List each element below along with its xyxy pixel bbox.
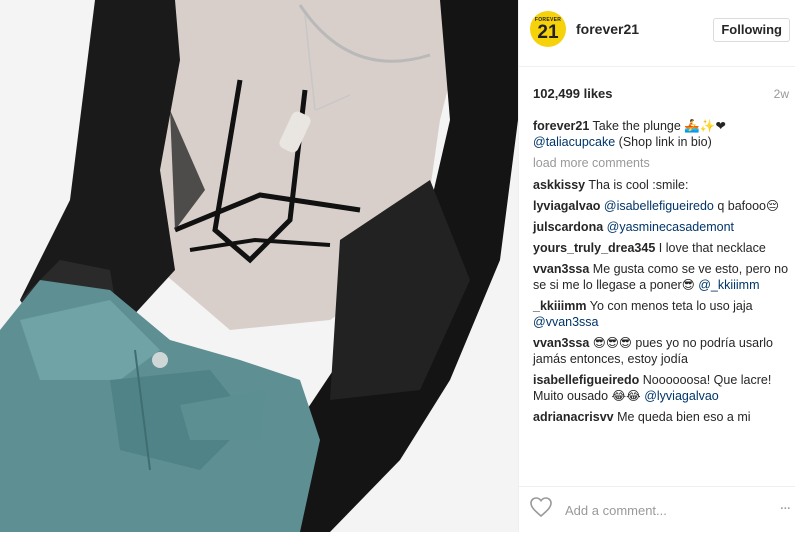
comment-item: adrianacrisvv Me queda bien eso a mi bbox=[533, 409, 789, 425]
comment-item: lyviagalvao @isabellefigueiredo q bafooo… bbox=[533, 198, 789, 214]
comment-username[interactable]: isabellefigueiredo bbox=[533, 373, 639, 387]
comment-item: _kkiiimm Yo con menos teta lo uso jaja @… bbox=[533, 298, 789, 330]
comment-text: Yo con menos teta lo uso jaja bbox=[589, 299, 753, 313]
post-side-panel: FOREVER 21 forever21 Following 102,499 l… bbox=[518, 0, 795, 532]
comment-text: Tha is cool :smile: bbox=[588, 178, 689, 192]
following-button[interactable]: Following bbox=[713, 18, 790, 42]
comment-item: askkissy Tha is cool :smile: bbox=[533, 177, 789, 193]
username-link[interactable]: forever21 bbox=[576, 21, 639, 37]
comment-item: yours_truly_drea345 I love that necklace bbox=[533, 240, 789, 256]
add-comment-input[interactable] bbox=[563, 499, 747, 521]
comment-item: julscardona @yasminecasademont bbox=[533, 219, 789, 235]
comment-mention[interactable]: @_kkiiimm bbox=[698, 278, 759, 292]
post-view: FOREVER 21 forever21 Following 102,499 l… bbox=[0, 0, 795, 532]
caption-suffix: (Shop link in bio) bbox=[618, 135, 712, 149]
heart-icon[interactable] bbox=[529, 496, 553, 518]
post-image bbox=[0, 0, 518, 532]
comment-username[interactable]: lyviagalvao bbox=[533, 199, 600, 213]
caption-text: Take the plunge 🚣✨❤ bbox=[592, 119, 726, 133]
comment-username[interactable]: adrianacrisvv bbox=[533, 410, 614, 424]
more-options-icon[interactable]: ... bbox=[780, 496, 791, 514]
comment-username[interactable]: yours_truly_drea345 bbox=[533, 241, 655, 255]
comment-item: vvan3ssa 😎😎😎 pues yo no podría usarlo ja… bbox=[533, 335, 789, 367]
comment-item: isabellefigueiredo Noooooosa! Que lacre!… bbox=[533, 372, 789, 404]
avatar[interactable]: FOREVER 21 bbox=[530, 11, 566, 47]
load-more-comments-link[interactable]: load more comments bbox=[533, 155, 789, 171]
comment-mention[interactable]: @lyviagalvao bbox=[644, 389, 719, 403]
comment-rows: askkissy Tha is cool :smile: lyviagalvao … bbox=[533, 177, 789, 425]
post-time[interactable]: 2w bbox=[774, 87, 789, 101]
comments-list: forever21 Take the plunge 🚣✨❤ @taliacupc… bbox=[533, 118, 789, 430]
comment-mention[interactable]: @isabellefigueiredo bbox=[604, 199, 714, 213]
likes-count[interactable]: 102,499 likes bbox=[533, 86, 613, 101]
comment-username[interactable]: vvan3ssa bbox=[533, 262, 589, 276]
post-footer: ... bbox=[519, 486, 795, 533]
caption: forever21 Take the plunge 🚣✨❤ @taliacupc… bbox=[533, 118, 789, 150]
comment-username[interactable]: _kkiiimm bbox=[533, 299, 587, 313]
comment-item: vvan3ssa Me gusta como se ve esto, pero … bbox=[533, 261, 789, 293]
post-photo[interactable] bbox=[0, 0, 518, 532]
comment-username[interactable]: askkissy bbox=[533, 178, 585, 192]
caption-username[interactable]: forever21 bbox=[533, 119, 589, 133]
comment-text: I love that necklace bbox=[658, 241, 766, 255]
comment-text: Me queda bien eso a mi bbox=[617, 410, 751, 424]
comment-mention[interactable]: @yasminecasademont bbox=[607, 220, 734, 234]
avatar-brand-number: 21 bbox=[537, 21, 559, 43]
caption-mention[interactable]: @taliacupcake bbox=[533, 135, 615, 149]
comment-username[interactable]: vvan3ssa bbox=[533, 336, 589, 350]
post-header: FOREVER 21 forever21 Following bbox=[519, 0, 795, 67]
comment-mention[interactable]: @vvan3ssa bbox=[533, 315, 599, 329]
comment-text: q bafooo😔 bbox=[713, 199, 780, 213]
comment-username[interactable]: julscardona bbox=[533, 220, 603, 234]
